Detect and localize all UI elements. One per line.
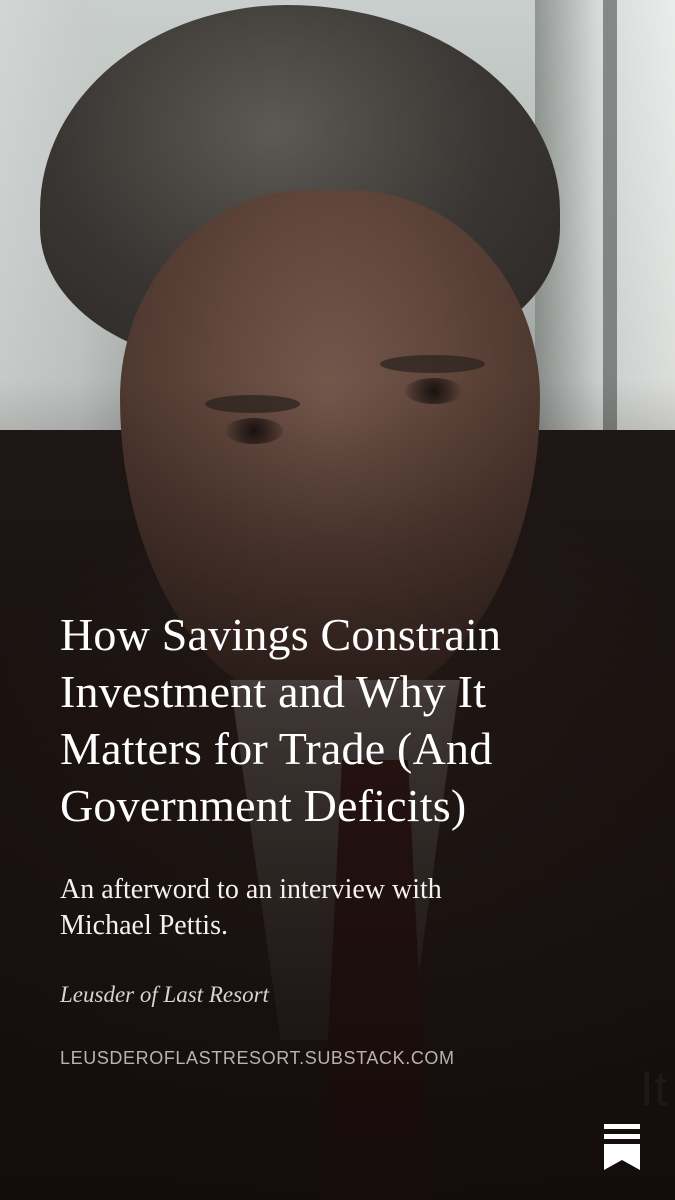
link-preview-card[interactable]: It How Savings Constrain Investment and … — [0, 0, 675, 1200]
publication-name: Leusder of Last Resort — [60, 982, 269, 1007]
post-text-block: How Savings Constrain Investment and Why… — [60, 606, 620, 1069]
post-subtitle: An afterword to an interview with Michae… — [60, 874, 442, 941]
substack-logo-icon[interactable] — [604, 1124, 640, 1170]
publication-domain[interactable]: LEUSDEROFLASTRESORT.SUBSTACK.COM — [60, 1048, 620, 1069]
post-title[interactable]: How Savings Constrain Investment and Why… — [60, 606, 620, 834]
